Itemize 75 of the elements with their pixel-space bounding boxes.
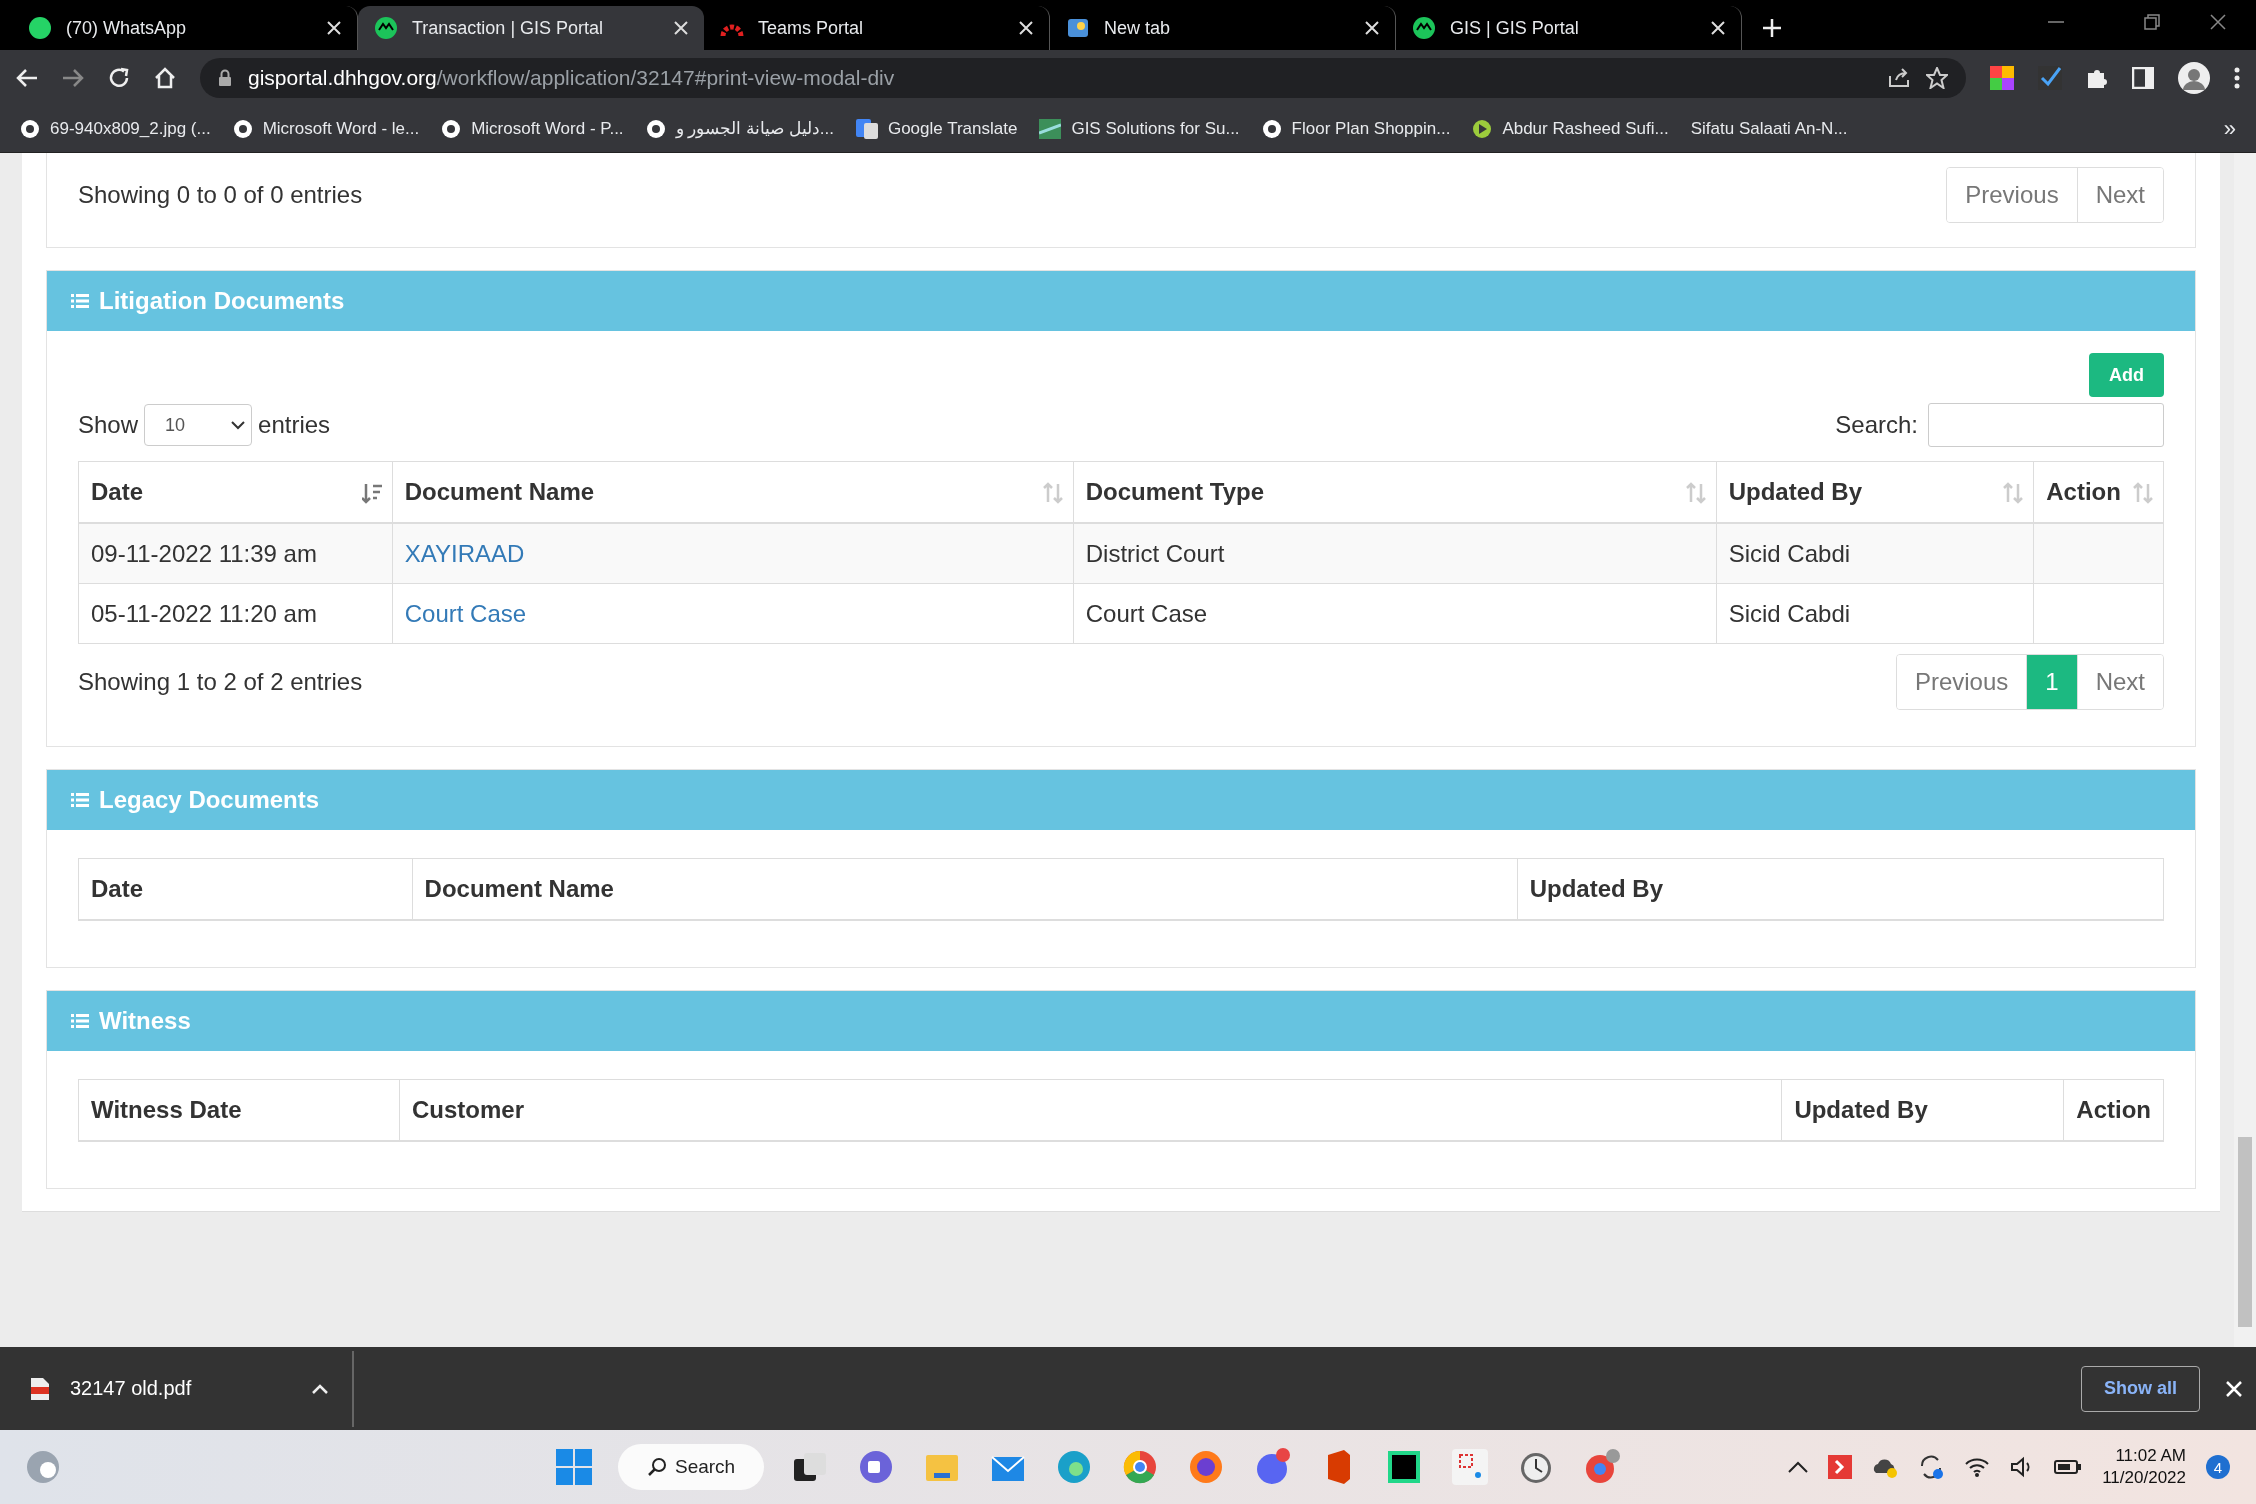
notification-badge[interactable]: 4 bbox=[2206, 1455, 2230, 1479]
search-field[interactable] bbox=[1928, 403, 2164, 447]
share-icon[interactable] bbox=[1888, 67, 1910, 88]
translate-icon bbox=[855, 118, 878, 139]
battery-icon[interactable] bbox=[2054, 1459, 2083, 1475]
url-text: gisportal.dhhgov.org/workflow/application/32147#print-view-modal-div bbox=[248, 65, 896, 90]
download-item[interactable]: 32147 old.pdf bbox=[0, 1350, 354, 1427]
bookmark[interactable]: Microsoft Word - P... bbox=[441, 118, 624, 139]
bookmark[interactable]: دليل صيانة الجسور و... bbox=[645, 118, 834, 139]
entries-select[interactable]: 10 bbox=[144, 404, 253, 446]
app-tray-icon[interactable] bbox=[1828, 1455, 1853, 1479]
map-icon bbox=[1039, 118, 1062, 139]
restore-icon[interactable] bbox=[2144, 14, 2160, 30]
list-icon bbox=[71, 792, 89, 808]
taskbar-search[interactable]: Search bbox=[618, 1444, 765, 1490]
forward-icon[interactable] bbox=[62, 67, 84, 88]
column-header: Witness Date bbox=[78, 1079, 400, 1141]
plus-icon[interactable] bbox=[1762, 18, 1782, 38]
table-cell: 05-11-2022 11:20 am bbox=[78, 583, 393, 644]
home-icon[interactable] bbox=[154, 66, 176, 89]
close-icon[interactable] bbox=[2210, 14, 2226, 30]
column-header: Customer bbox=[399, 1079, 1782, 1141]
checkmark-icon[interactable] bbox=[2038, 65, 2062, 90]
entries-label: entries bbox=[258, 411, 331, 439]
column-header: Action bbox=[2063, 1079, 2164, 1141]
bookmark[interactable]: 69-940x809_2.jpg (... bbox=[20, 118, 211, 139]
avatar-icon[interactable] bbox=[2178, 61, 2210, 94]
entries-info: Showing 0 to 0 of 0 entries bbox=[78, 181, 363, 209]
bookmark[interactable]: GIS Solutions for Su... bbox=[1039, 118, 1240, 139]
panel-title: Litigation Documents bbox=[99, 287, 345, 315]
sidebar-icon[interactable] bbox=[2132, 66, 2154, 89]
lock-icon bbox=[218, 68, 232, 87]
play-icon bbox=[1472, 118, 1493, 139]
color-grid-icon[interactable] bbox=[1990, 65, 2014, 90]
bookmark[interactable]: Google Translate bbox=[855, 118, 1018, 139]
column-header: Document Name bbox=[412, 858, 1518, 920]
table-cell: 09-11-2022 11:39 am bbox=[78, 523, 393, 584]
sort-descending-icon[interactable] bbox=[361, 482, 382, 504]
list-icon bbox=[71, 1013, 89, 1029]
show-all-button[interactable]: Show all bbox=[2081, 1365, 2200, 1412]
browser-tab[interactable]: Transaction | GIS Portal bbox=[358, 6, 704, 50]
bookmark[interactable]: Abdur Rasheed Sufi... bbox=[1472, 118, 1669, 139]
scrollbar[interactable] bbox=[2234, 153, 2256, 1347]
windows-logo-icon[interactable] bbox=[556, 1449, 593, 1485]
address-bar[interactable]: gisportal.dhhgov.org/workflow/application/32147#print-view-modal-div bbox=[200, 57, 1966, 98]
back-icon[interactable] bbox=[16, 67, 38, 88]
chevron-up-icon[interactable] bbox=[1788, 1461, 1809, 1473]
show-label: Show bbox=[78, 411, 139, 439]
panel-title: Witness bbox=[99, 1007, 191, 1035]
pdf-file-icon bbox=[30, 1376, 50, 1401]
sync-icon[interactable] bbox=[1918, 1454, 1945, 1480]
entries-info: Showing 1 to 2 of 2 entries bbox=[78, 668, 363, 696]
table-cell: District Court bbox=[1073, 523, 1717, 584]
bookmark[interactable]: Sifatu Salaati An-N... bbox=[1690, 118, 1848, 139]
table-cell: Sicid Cabdi bbox=[1716, 523, 2034, 584]
chevron-down-icon bbox=[231, 420, 246, 430]
table-cell: Sicid Cabdi bbox=[1716, 583, 2034, 644]
search-label: Search: bbox=[1835, 411, 1918, 439]
column-header: Updated By bbox=[1781, 1079, 2064, 1141]
bookmark[interactable]: Microsoft Word - le... bbox=[232, 118, 420, 139]
reload-icon[interactable] bbox=[108, 66, 130, 89]
table-cell: Court Case bbox=[1073, 583, 1717, 644]
more-bookmarks[interactable]: » bbox=[2223, 115, 2236, 142]
document-link[interactable]: Court Case bbox=[404, 599, 527, 627]
column-header: Updated By bbox=[1517, 858, 2164, 920]
taskbar-clock[interactable]: 11:02 AM 11/20/2022 bbox=[2102, 1445, 2186, 1489]
column-header: Date bbox=[78, 858, 413, 920]
search-icon bbox=[646, 1457, 667, 1477]
document-link[interactable]: XAYIRAAD bbox=[404, 539, 525, 567]
wifi-icon[interactable] bbox=[1964, 1456, 1991, 1478]
menu-icon[interactable] bbox=[2234, 66, 2240, 89]
star-icon[interactable] bbox=[1926, 66, 1948, 89]
panel-title: Legacy Documents bbox=[99, 786, 320, 814]
list-icon bbox=[71, 293, 89, 309]
bookmark[interactable]: Floor Plan Shoppin... bbox=[1261, 118, 1451, 139]
